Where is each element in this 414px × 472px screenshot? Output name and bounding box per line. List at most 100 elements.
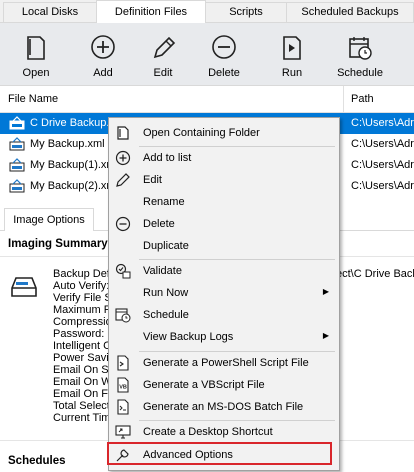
pencil-icon (153, 36, 176, 59)
context-menu: Open Containing Folder Add to list Edit … (108, 117, 340, 471)
plus-circle-icon (115, 150, 131, 166)
schedules-title: Schedules (8, 455, 66, 467)
column-header-path[interactable]: Path (351, 93, 374, 105)
column-header-file-name[interactable]: File Name (8, 93, 58, 105)
minus-circle-icon (115, 216, 131, 232)
calendar-clock-icon (349, 37, 372, 60)
summary-backup-path: ect\C Drive Back (336, 268, 414, 280)
menu-item-add-to-list[interactable]: Add to list (109, 147, 339, 169)
menu-item-label: Edit (143, 174, 162, 186)
vbscript-file-icon: VB (117, 377, 129, 393)
submenu-arrow-icon: ▶ (322, 287, 329, 296)
run-file-icon (283, 36, 301, 60)
tab-scheduled-backups[interactable]: Scheduled Backups (286, 2, 414, 22)
summary-line-text: Email On Fa (53, 388, 115, 400)
menu-item-label: Generate a VBScript File (143, 379, 265, 391)
menu-item-generate-vbscript[interactable]: VB Generate a VBScript File (109, 374, 339, 396)
folder-icon (117, 126, 129, 140)
menu-item-run-now[interactable]: Run Now ▶ (109, 282, 339, 304)
backup-file-icon (9, 116, 25, 130)
file-path-cell: C:\Users\Adr (351, 180, 414, 192)
calendar-clock-icon (115, 308, 131, 323)
run-label: Run (281, 67, 303, 79)
summary-line-text: Power Savin (53, 352, 115, 364)
highlight-box (107, 442, 332, 465)
backup-file-icon (9, 179, 25, 193)
tab-definition-files[interactable]: Definition Files (96, 0, 206, 23)
powershell-file-icon (117, 355, 129, 371)
svg-text:VB: VB (119, 385, 127, 391)
file-path-cell: C:\Users\Adr (351, 159, 414, 171)
delete-button[interactable]: Delete (194, 23, 254, 85)
file-name-cell: My Backup(1).xml (30, 159, 119, 171)
imaging-summary-title: Imaging Summary (8, 238, 108, 250)
menu-item-label: Rename (143, 196, 185, 208)
summary-line-text: Compressio (53, 316, 112, 328)
summary-line-text: Auto Verify: (53, 280, 110, 292)
edit-button[interactable]: Edit (133, 23, 193, 85)
file-list-header: File Name Path (0, 86, 414, 113)
menu-item-create-desktop-shortcut[interactable]: Create a Desktop Shortcut (109, 421, 339, 443)
menu-item-label: Duplicate (143, 240, 189, 252)
menu-item-label: Delete (143, 218, 175, 230)
menu-item-label: Validate (143, 265, 182, 277)
file-path-cell: C:\Users\Adr (351, 117, 414, 129)
menu-item-label: Schedule (143, 309, 189, 321)
backup-file-icon (9, 137, 25, 151)
add-label: Add (93, 67, 113, 79)
menu-item-label: Open Containing Folder (143, 127, 260, 139)
tab-scripts[interactable]: Scripts (205, 2, 287, 22)
open-file-icon (27, 36, 45, 60)
toolbar: Open Add Edit Delete Run Schedule (0, 23, 414, 86)
submenu-arrow-icon: ▶ (322, 331, 329, 340)
monitor-shortcut-icon (115, 425, 131, 439)
tab-label: Definition Files (114, 6, 188, 18)
menu-item-label: Create a Desktop Shortcut (143, 426, 273, 438)
plus-circle-icon (91, 35, 115, 59)
validate-icon (115, 263, 131, 279)
run-button[interactable]: Run (262, 23, 322, 85)
menu-item-schedule[interactable]: Schedule (109, 304, 339, 326)
backup-file-icon (9, 158, 25, 172)
tab-label: Image Options (13, 214, 85, 226)
summary-line-text: Password: (53, 328, 105, 340)
open-button[interactable]: Open (6, 23, 66, 85)
delete-label: Delete (208, 67, 240, 79)
menu-item-open-containing-folder[interactable]: Open Containing Folder (109, 122, 339, 144)
add-button[interactable]: Add (73, 23, 133, 85)
menu-item-label: Add to list (143, 152, 192, 164)
edit-label: Edit (153, 67, 173, 79)
menu-item-label: Generate a PowerShell Script File (143, 357, 309, 369)
tab-local-disks[interactable]: Local Disks (3, 2, 97, 22)
menu-item-view-backup-logs[interactable]: View Backup Logs ▶ (109, 326, 339, 348)
menu-item-label: View Backup Logs (143, 331, 234, 343)
menu-item-edit[interactable]: Edit (109, 169, 339, 191)
tab-image-options[interactable]: Image Options (4, 208, 94, 231)
tab-label: Local Disks (21, 6, 79, 18)
menu-item-label: Generate an MS-DOS Batch File (143, 401, 304, 413)
file-path-cell: C:\Users\Adr (351, 138, 414, 150)
menu-item-label: Run Now (143, 287, 189, 299)
column-divider[interactable] (343, 86, 344, 112)
pencil-icon (116, 173, 130, 187)
tab-label: Scheduled Backups (301, 6, 399, 18)
menu-item-validate[interactable]: Validate (109, 260, 339, 282)
drive-icon (11, 277, 37, 297)
file-name-cell: My Backup.xml (30, 138, 105, 150)
menu-item-delete[interactable]: Delete (109, 213, 339, 235)
file-name-cell: My Backup(2).xml (30, 180, 119, 192)
summary-line-text: Email On Su (53, 364, 115, 376)
schedule-button[interactable]: Schedule (330, 23, 390, 85)
batch-file-icon (117, 399, 129, 415)
menu-item-generate-batch[interactable]: Generate an MS-DOS Batch File (109, 396, 339, 418)
schedule-label: Schedule (337, 67, 383, 79)
tab-label: Scripts (229, 6, 263, 18)
summary-line-text: Backup Defi (53, 268, 113, 280)
menu-item-generate-powershell[interactable]: Generate a PowerShell Script File (109, 352, 339, 374)
summary-line-text: Maximum Fil (53, 304, 116, 316)
top-tab-bar: Local Disks Definition Files Scripts Sch… (0, 0, 414, 23)
menu-item-rename[interactable]: Rename (109, 191, 339, 213)
menu-item-duplicate[interactable]: Duplicate (109, 235, 339, 257)
minus-circle-icon (212, 35, 236, 59)
summary-line-text: Total Select (53, 400, 110, 412)
